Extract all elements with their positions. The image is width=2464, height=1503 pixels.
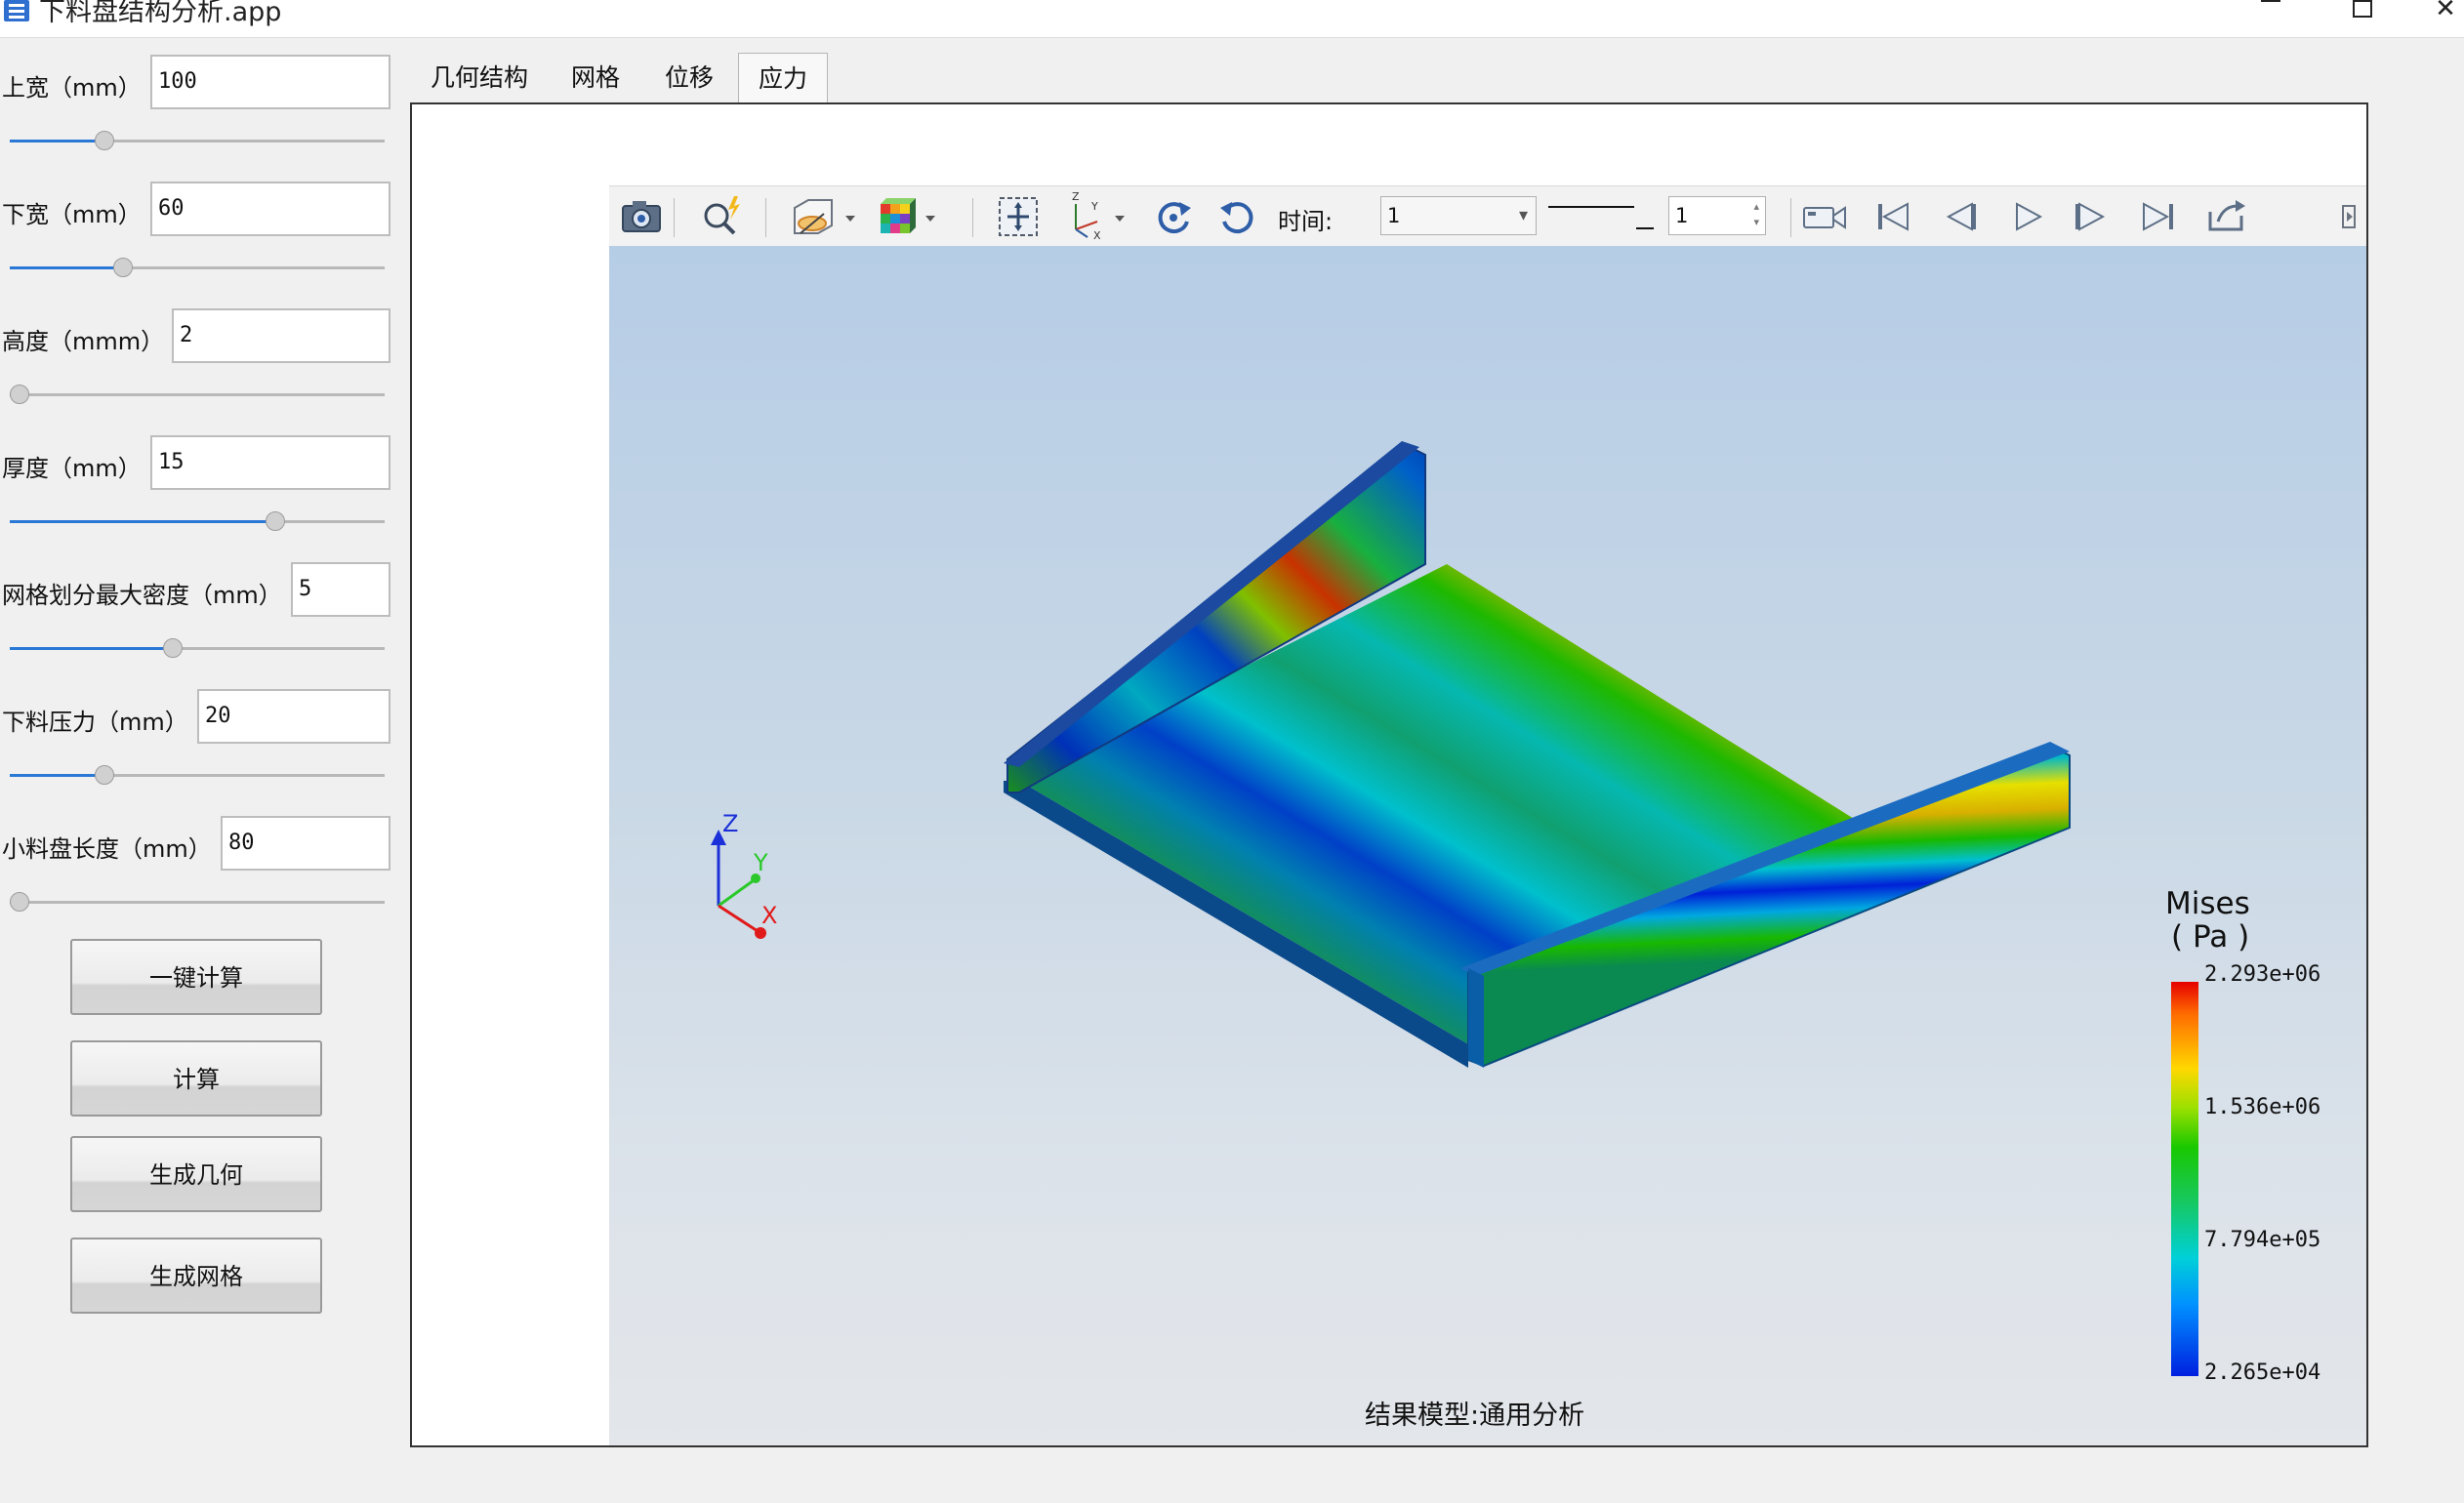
legend-color-bar [2171, 982, 2198, 1376]
legend-tick-max: 2.293e+06 [2204, 962, 2321, 987]
close-button[interactable]: ✕ [2421, 0, 2464, 33]
tray-right-wall-edge [1468, 968, 1484, 1068]
svg-text:Y: Y [1090, 200, 1098, 213]
slider-thumb[interactable] [95, 765, 114, 785]
top-width-input[interactable]: 100 [150, 55, 390, 109]
compute-button[interactable]: 计算 [70, 1040, 322, 1117]
mesh-density-input[interactable]: 5 [291, 562, 390, 617]
maximize-button[interactable] [2335, 0, 2384, 33]
pressure-slider[interactable] [10, 763, 385, 787]
tray-length-input[interactable]: 80 [221, 816, 390, 871]
window-title: 下料盘结构分析.app [39, 0, 282, 27]
slider-thumb[interactable] [163, 638, 183, 658]
step-spinbox[interactable]: 1 [1668, 196, 1766, 235]
export-icon[interactable] [2198, 186, 2253, 247]
bottom-width-slider[interactable] [10, 256, 385, 279]
slider-thumb[interactable] [95, 131, 114, 150]
camera-icon[interactable] [615, 186, 668, 247]
first-frame-icon[interactable] [1867, 186, 1921, 247]
bottom-width-input[interactable]: 60 [150, 182, 390, 236]
legend-unit: ( Pa ) [2171, 919, 2250, 955]
record-icon[interactable] [1796, 186, 1855, 247]
time-select[interactable]: 1 [1380, 196, 1537, 235]
legend-title: Mises [2165, 886, 2250, 921]
viewer-toolbar: Z Y X 时间: 1 1 [609, 185, 2366, 247]
axes-icon[interactable]: Z Y X [1058, 186, 1136, 247]
minimize-button[interactable] [2245, 0, 2294, 33]
legend-tick-min: 2.265e+04 [2204, 1361, 2321, 1385]
line-style-sample[interactable] [1548, 206, 1634, 208]
axis-y-label: Y [753, 849, 768, 876]
next-frame-icon[interactable] [2064, 186, 2118, 247]
display-mode-icon[interactable] [871, 186, 949, 247]
app-icon [4, 0, 29, 21]
tab-geometry[interactable]: 几何结构 [420, 53, 539, 103]
top-width-slider[interactable] [10, 129, 385, 152]
slider-thumb[interactable] [266, 511, 285, 531]
thickness-slider[interactable] [10, 509, 385, 533]
generate-geometry-button[interactable]: 生成几何 [70, 1136, 322, 1212]
thickness-input[interactable]: 15 [150, 435, 390, 490]
slider-thumb[interactable] [10, 385, 29, 404]
param-label-height: 高度（mmm） [2, 328, 165, 355]
line-style-sample-end [1636, 227, 1654, 229]
title-bar: 下料盘结构分析.app ✕ [0, 0, 2464, 38]
toolbar-overflow-icon[interactable] [2337, 186, 2362, 247]
tray-length-slider[interactable] [10, 890, 385, 914]
param-label-thickness: 厚度（mm） [2, 455, 142, 482]
height-input[interactable]: 2 [172, 308, 390, 363]
generate-mesh-button[interactable]: 生成网格 [70, 1238, 322, 1314]
slider-thumb[interactable] [113, 258, 133, 277]
axis-z-label: Z [722, 810, 738, 837]
height-slider[interactable] [10, 383, 385, 406]
last-frame-icon[interactable] [2130, 186, 2185, 247]
param-label-tray-length: 小料盘长度（mm） [2, 835, 212, 863]
reset-rotate-icon[interactable] [1211, 186, 1265, 247]
svg-text:X: X [1093, 229, 1101, 242]
param-label-pressure: 下料压力（mm） [2, 709, 188, 736]
axis-triad [711, 830, 766, 939]
legend-tick-3: 7.794e+05 [2204, 1228, 2321, 1252]
time-label: 时间: [1278, 208, 1334, 235]
tab-displacement[interactable]: 位移 [652, 53, 726, 103]
param-label-top-width: 上宽（mm） [2, 74, 142, 102]
3d-viewport[interactable]: Z Y X [609, 246, 2366, 1445]
svg-text:Z: Z [1072, 190, 1080, 203]
param-label-mesh-density: 网格划分最大密度（mm） [2, 582, 282, 609]
axis-x-label: X [761, 902, 777, 929]
zoom-icon[interactable] [695, 186, 750, 247]
prev-frame-icon[interactable] [1933, 186, 1988, 247]
slider-thumb[interactable] [10, 892, 29, 912]
tab-mesh[interactable]: 网格 [558, 53, 633, 103]
param-label-bottom-width: 下宽（mm） [2, 201, 142, 228]
pressure-input[interactable]: 20 [197, 689, 390, 744]
fit-view-icon[interactable] [990, 186, 1048, 247]
tab-stress[interactable]: 应力 [738, 53, 828, 103]
result-model-label: 结果模型:通用分析 [1365, 1401, 1585, 1431]
mesh-density-slider[interactable] [10, 636, 385, 660]
rotate-icon[interactable] [1146, 186, 1201, 247]
stress-contour-model: Z Y X [711, 441, 2071, 1068]
one-click-compute-button[interactable]: 一键计算 [70, 939, 322, 1015]
section-view-icon[interactable] [785, 186, 863, 247]
play-icon[interactable] [1999, 186, 2054, 247]
legend-tick-2: 1.536e+06 [2204, 1095, 2321, 1119]
